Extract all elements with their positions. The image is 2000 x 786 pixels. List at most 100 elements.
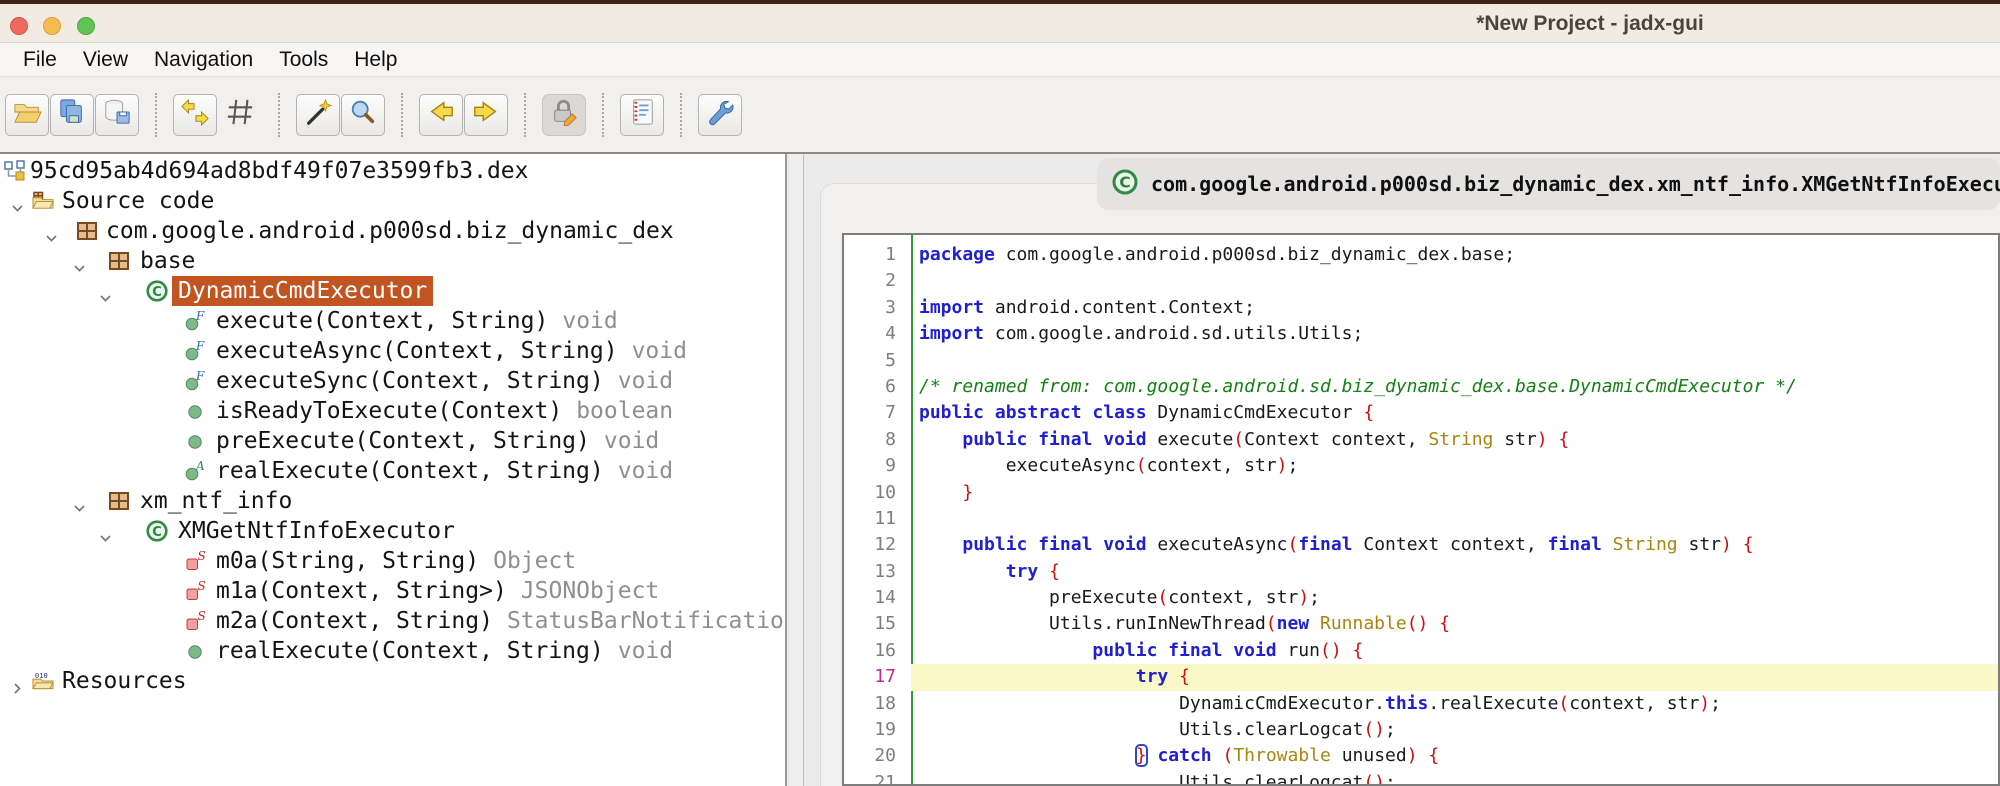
- chevron-expanded-icon[interactable]: [10, 194, 25, 212]
- tree-scrollbar[interactable]: [789, 154, 804, 786]
- code-text: Utils.clearLogcat();: [919, 771, 1396, 786]
- chevron-expanded-icon[interactable]: [44, 224, 59, 242]
- menu-view[interactable]: View: [70, 48, 141, 72]
- code-text: public final void run() {: [1092, 639, 1364, 661]
- code-line-14[interactable]: 14 preExecute(context, str);: [844, 585, 1998, 611]
- code-line-19[interactable]: 19 Utils.clearLogcat();: [844, 717, 1998, 743]
- editor-mode-button[interactable]: [542, 93, 586, 136]
- code-line-11[interactable]: 11: [844, 506, 1998, 532]
- line-number: 7: [885, 402, 896, 424]
- chevron-expanded-icon[interactable]: [98, 524, 113, 542]
- menu-file[interactable]: File: [10, 48, 70, 72]
- tree-row-resources[interactable]: 010 Resources: [0, 666, 785, 696]
- tree-type-suffix: void: [631, 338, 687, 364]
- tree-label: m0a(String, String): [216, 548, 480, 574]
- menu-help[interactable]: Help: [341, 48, 410, 72]
- tree-label: m2a(Context, String): [216, 608, 493, 634]
- window-title: *New Project - jadx-gui: [1476, 12, 1704, 35]
- code-line-6[interactable]: 6 /* renamed from: com.google.android.sd.…: [844, 374, 1998, 400]
- toolbar-separator: [278, 92, 280, 137]
- code-line-9[interactable]: 9 executeAsync(context, str);: [844, 453, 1998, 479]
- tree-row-isreadytoexecute-context-[interactable]: isReadyToExecute(Context) boolean: [0, 396, 785, 426]
- line-number: 11: [874, 507, 896, 529]
- tree-type-suffix: void: [617, 638, 674, 664]
- tree-row-base[interactable]: base: [0, 246, 785, 276]
- code-line-18[interactable]: 18 DynamicCmdExecutor.this.realExecute(c…: [844, 691, 1998, 717]
- tree-row-execute-context-string-[interactable]: Fexecute(Context, String) void: [0, 306, 785, 336]
- code-line-5[interactable]: 5: [844, 348, 1998, 374]
- code-line-20[interactable]: 20 } catch (Throwable unused) {: [844, 743, 1998, 769]
- code-line-10[interactable]: 10 }: [844, 480, 1998, 506]
- line-number: 20: [874, 745, 896, 767]
- tree-label: Resources: [62, 668, 187, 694]
- tree-row-m0a-string-string-[interactable]: Sm0a(String, String) Object: [0, 546, 785, 576]
- line-number: 15: [874, 613, 896, 635]
- tree-row-com-google-android-p000sd-biz-dynamic-de[interactable]: com.google.android.p000sd.biz_dynamic_de…: [0, 216, 785, 246]
- resources-folder-icon: 010: [32, 670, 54, 692]
- tree-row-realexecute-context-string-[interactable]: ArealExecute(Context, String) void: [0, 456, 785, 486]
- zoom-button[interactable]: [77, 17, 95, 35]
- back-button[interactable]: [419, 93, 463, 136]
- code-text: }: [962, 481, 974, 503]
- code-line-16[interactable]: 16 public final void run() {: [844, 638, 1998, 664]
- forward-button[interactable]: [464, 93, 508, 136]
- code-line-12[interactable]: 12 public final void executeAsync(final …: [844, 532, 1998, 558]
- code-line-7[interactable]: 7 public abstract class DynamicCmdExecuto…: [844, 400, 1998, 426]
- code-line-2[interactable]: 2: [844, 268, 1998, 294]
- flatten-packages-icon: [225, 98, 255, 131]
- open-file-button[interactable]: [5, 93, 49, 136]
- code-line-15[interactable]: 15 Utils.runInNewThread(new Runnable() {: [844, 611, 1998, 637]
- svg-text:F: F: [195, 370, 205, 383]
- code-line-21[interactable]: 21 Utils.clearLogcat();: [844, 770, 1998, 786]
- tree-row-executesync-context-string-[interactable]: FexecuteSync(Context, String) void: [0, 366, 785, 396]
- flatten-packages-button[interactable]: [218, 94, 262, 136]
- tree-row-realexecute-context-string-[interactable]: realExecute(Context, String) void: [0, 636, 785, 666]
- close-button[interactable]: [10, 17, 28, 35]
- chevron-expanded-icon[interactable]: [72, 494, 87, 512]
- tree-row-preexecute-context-string-[interactable]: preExecute(Context, String) void: [0, 426, 785, 456]
- toolbar-separator: [680, 92, 682, 137]
- package-icon: [76, 220, 98, 242]
- search-button[interactable]: [341, 93, 385, 136]
- reload-files-button[interactable]: [173, 93, 217, 136]
- deobfuscation-button[interactable]: [296, 93, 340, 136]
- code-line-8[interactable]: 8 public final void execute(Context cont…: [844, 427, 1998, 453]
- menu-navigation[interactable]: Navigation: [141, 48, 266, 72]
- tree-row-95cd95ab4d694ad8bdf49f07e3599fb3-dex[interactable]: 95cd95ab4d694ad8bdf49f07e3599fb3.dex: [0, 156, 785, 186]
- tree-row-source-code[interactable]: Source code: [0, 186, 785, 216]
- tree-row-m2a-context-string-[interactable]: Sm2a(Context, String) StatusBarNotificati…: [0, 606, 785, 636]
- log-viewer-button[interactable]: [620, 93, 664, 136]
- code-line-4[interactable]: 4 import com.google.android.sd.utils.Util…: [844, 321, 1998, 347]
- save-all-button[interactable]: [50, 93, 94, 136]
- reload-files-icon: [180, 98, 210, 131]
- preferences-button[interactable]: [698, 93, 742, 136]
- code-text: executeAsync(context, str);: [919, 455, 1299, 477]
- tree-row-m1a-context-string-[interactable]: Sm1a(Context, String>) JSONObject: [0, 576, 785, 606]
- editor-tab[interactable]: C com.google.android.p000sd.biz_dynamic_…: [1097, 158, 2000, 210]
- editor-tab-label: com.google.android.p000sd.biz_dynamic_de…: [1151, 172, 2000, 196]
- tree-row-executeasync-context-string-[interactable]: FexecuteAsync(Context, String) void: [0, 336, 785, 366]
- menu-tools[interactable]: Tools: [266, 48, 341, 72]
- tree-label: execute(Context, String): [216, 308, 549, 334]
- chevron-expanded-icon[interactable]: [72, 254, 87, 272]
- export-button[interactable]: [95, 93, 139, 136]
- chevron-collapsed-icon[interactable]: [10, 674, 25, 694]
- code-line-1[interactable]: 1 package com.google.android.p000sd.biz_d…: [844, 242, 1998, 268]
- method-final-icon: F: [184, 309, 206, 332]
- tree-type-suffix: void: [603, 428, 660, 454]
- chevron-expanded-icon[interactable]: [98, 284, 113, 302]
- tree-row-dynamiccmdexecutor[interactable]: C DynamicCmdExecutor: [0, 276, 785, 306]
- code-line-13[interactable]: 13 try {: [844, 559, 1998, 585]
- code-editor[interactable]: 1 package com.google.android.p000sd.biz_d…: [842, 233, 2000, 786]
- code-line-3[interactable]: 3 import android.content.Context;: [844, 295, 1998, 321]
- minimize-button[interactable]: [43, 17, 61, 35]
- toolbar-group: [698, 93, 742, 136]
- code-text: public final void execute(Context contex…: [962, 428, 1570, 450]
- method-static-icon: S: [184, 549, 206, 572]
- line-number: 4: [885, 323, 896, 345]
- code-text: try {: [911, 664, 1998, 691]
- code-line-17[interactable]: 17 try {: [844, 664, 1998, 691]
- tree-row-xm-ntf-info[interactable]: xm_ntf_info: [0, 486, 785, 516]
- tree-row-xmgetntfinfoexecutor[interactable]: C XMGetNtfInfoExecutor: [0, 516, 785, 546]
- preferences-icon: [705, 98, 735, 131]
